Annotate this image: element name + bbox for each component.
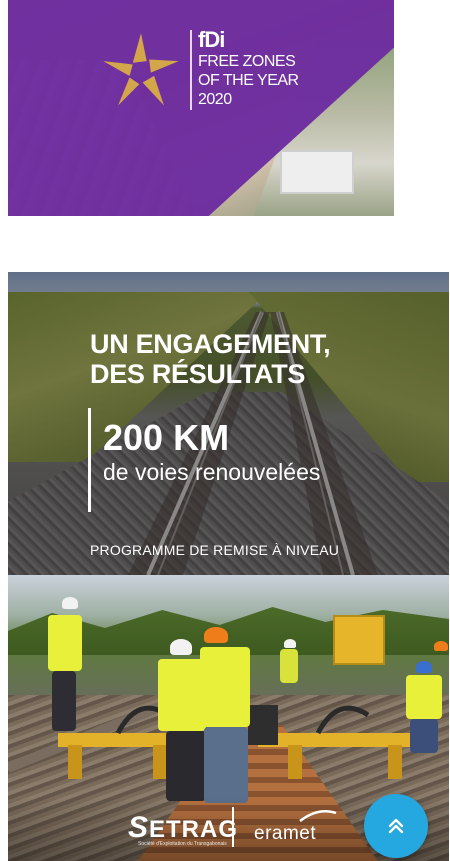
- fdi-award-banner[interactable]: fDi FREE ZONES OF THE YEAR 2020: [8, 0, 394, 216]
- eramet-logo: eramet: [254, 823, 317, 844]
- fdi-award-title: fDi FREE ZONES OF THE YEAR 2020: [198, 28, 299, 109]
- worker-helmet: [284, 639, 296, 648]
- km-value: 200 KM: [103, 417, 230, 458]
- worker-vest: [158, 659, 206, 731]
- worker-helmet: [204, 627, 228, 643]
- worker-legs: [166, 731, 206, 801]
- program-label: PROGRAMME DE REMISE À NIVEAU: [90, 542, 340, 558]
- logo-divider: [190, 30, 192, 110]
- worker-legs: [410, 719, 438, 753]
- scroll-to-top-button[interactable]: [364, 794, 428, 858]
- headline-line-2: DES RÉSULTATS: [90, 359, 306, 389]
- double-chevron-up-icon: [388, 818, 404, 834]
- worker-legs: [52, 671, 76, 731]
- worker-legs: [204, 727, 248, 803]
- yellow-track-machine: [333, 615, 385, 665]
- gold-star-icon: [103, 33, 179, 106]
- accent-bar: [88, 408, 91, 512]
- km-subtitle: de voies renouvelées: [103, 459, 321, 485]
- railway-renewal-banner[interactable]: UN ENGAGEMENT, DES RÉSULTATS 200 KM de v…: [8, 272, 449, 575]
- setrag-logo-text: ETRAG: [149, 816, 239, 843]
- fdi-logo: fDi: [198, 27, 225, 52]
- award-line-1: FREE ZONES: [198, 53, 296, 70]
- worker-helmet: [62, 597, 78, 609]
- banner-building-photo: [280, 150, 354, 194]
- setrag-logo: SETRAG: [128, 811, 238, 845]
- award-year: 2020: [198, 91, 232, 108]
- banner-headline: UN ENGAGEMENT, DES RÉSULTATS: [90, 329, 331, 389]
- headline-line-1: UN ENGAGEMENT,: [90, 329, 331, 359]
- worker-helmet: [434, 641, 448, 651]
- worker-helmet: [170, 639, 192, 655]
- award-line-2: OF THE YEAR: [198, 72, 299, 89]
- worker-vest: [48, 615, 82, 671]
- worker-helmet: [416, 661, 432, 673]
- eramet-swoosh-icon: [299, 810, 337, 822]
- setrag-logo-initial: S: [128, 811, 150, 844]
- worker-vest: [280, 649, 298, 683]
- logo-divider: [232, 807, 234, 847]
- setrag-tagline: Société d'Exploitation du Transgabonais: [138, 841, 227, 847]
- worker-vest: [200, 647, 250, 727]
- worker-vest: [406, 675, 442, 719]
